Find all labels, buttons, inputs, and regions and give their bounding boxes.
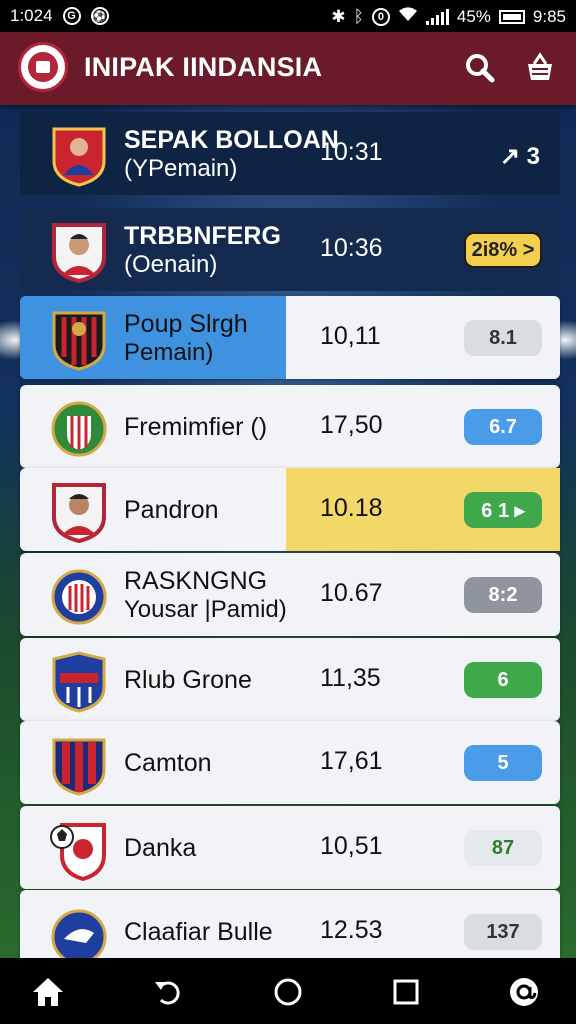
club-crest-icon — [52, 738, 106, 796]
item-name: RASKNGNG — [124, 566, 268, 595]
basket-icon — [528, 52, 552, 80]
club-crest-icon — [51, 909, 107, 965]
item-name: Poup Slrgh — [124, 309, 248, 338]
notification-icon: G — [62, 7, 81, 25]
list-item[interactable]: RASKNGNG Yousar |Pamid) 10.67 8:2 — [20, 553, 560, 636]
at-sign-icon — [510, 978, 538, 1006]
search-icon — [466, 54, 495, 83]
home-icon — [33, 978, 63, 1006]
item-subtitle: (Oenain) — [124, 250, 218, 278]
wifi-icon — [398, 6, 418, 27]
club-crest-icon — [52, 311, 106, 371]
list-item[interactable]: Pandron 10.18 6 1 ▸ — [20, 468, 560, 551]
item-action-badge[interactable]: 8.1 — [464, 320, 542, 356]
recents-button[interactable] — [386, 972, 426, 1012]
battery-percent: 45% — [456, 6, 491, 26]
battery-icon — [498, 9, 525, 24]
home-button[interactable] — [28, 972, 68, 1012]
status-time-right: 9:85 — [532, 6, 566, 26]
item-action[interactable]: ↗ 3 — [500, 142, 540, 171]
club-crest-icon — [52, 651, 106, 713]
list-item[interactable]: Fremimfier () 17,50 6.7 — [20, 385, 560, 468]
item-name: Fremimfier () — [124, 412, 268, 441]
item-time: 17,61 — [320, 747, 383, 775]
player-photo-icon — [52, 223, 106, 283]
list-item[interactable]: SEPAK BOLLOAN (YPemain) 10:31 ↗ 3 — [20, 112, 560, 195]
item-time: 17,50 — [320, 411, 383, 439]
home-circle-button[interactable] — [268, 972, 308, 1012]
item-action-badge[interactable]: 6 — [464, 662, 542, 698]
item-time: 10.18 — [320, 494, 383, 522]
club-crest-icon — [51, 569, 107, 625]
item-name: Claafiar Bulle — [124, 917, 273, 946]
item-time: 10,11 — [320, 322, 381, 350]
square-icon — [393, 979, 419, 1005]
item-time: 10:31 — [320, 138, 383, 166]
item-action-badge[interactable]: 6 1 ▸ — [464, 492, 542, 528]
item-subtitle: Yousar |Pamid) — [124, 595, 287, 623]
item-subtitle: (YPemain) — [124, 154, 238, 182]
item-action-badge[interactable]: 6.7 — [464, 409, 542, 445]
item-name: SEPAK BOLLOAN — [124, 125, 339, 154]
app-bar: INIPAK IINDANSIA — [0, 32, 576, 105]
back-button[interactable] — [148, 972, 188, 1012]
item-time: 10.67 — [320, 579, 383, 607]
item-time: 10,51 — [320, 832, 383, 860]
bluetooth-icon: ✱ — [331, 6, 346, 26]
club-logo[interactable] — [18, 42, 68, 92]
club-crest-icon — [50, 823, 106, 881]
item-action-badge[interactable]: 137 — [464, 914, 542, 950]
status-bar: 1:024 G ⚽ ✱ ᛒ 0 45% 9:85 — [0, 0, 576, 32]
item-action-badge[interactable]: 8:2 — [464, 577, 542, 613]
system-nav-bar — [0, 958, 576, 1024]
search-button[interactable] — [462, 50, 498, 86]
item-time: 11,35 — [320, 664, 381, 692]
list-item[interactable]: TRBBNFERG (Oenain) 10:36 2i8% > — [20, 208, 560, 291]
cart-button[interactable] — [522, 50, 558, 86]
item-subtitle: Pemain) — [124, 338, 214, 366]
list-item[interactable]: Rlub Grone 11,35 6 — [20, 638, 560, 721]
item-action-badge[interactable]: 5 — [464, 745, 542, 781]
item-action-badge[interactable]: 87 — [464, 830, 542, 866]
assistant-button[interactable] — [504, 972, 544, 1012]
player-photo-icon — [52, 483, 106, 543]
list-item[interactable]: Poup Slrgh Pemain) 10,11 8.1 — [20, 296, 560, 379]
signal-icon — [425, 8, 449, 25]
item-action-badge[interactable]: 2i8% > — [464, 232, 542, 268]
item-name: Camton — [124, 748, 212, 777]
status-time: 1:024 — [10, 6, 53, 25]
app-title: INIPAK IINDANSIA — [84, 52, 323, 82]
notification-icon: ⚽ — [90, 7, 109, 25]
item-name: TRBBNFERG — [124, 221, 281, 250]
item-time: 10:36 — [320, 234, 383, 262]
list-item[interactable]: Camton 17,61 5 — [20, 721, 560, 804]
player-photo-icon — [52, 127, 106, 187]
item-name: Pandron — [124, 495, 219, 524]
alarm-icon: 0 — [371, 7, 390, 26]
circle-icon — [274, 978, 302, 1006]
back-icon — [155, 981, 180, 1005]
bluetooth-icon: ᛒ — [353, 6, 364, 26]
item-time: 12.53 — [320, 916, 383, 944]
item-name: Rlub Grone — [124, 665, 252, 694]
club-crest-icon — [51, 401, 107, 457]
list-item[interactable]: Danka 10,51 87 — [20, 806, 560, 889]
item-name: Danka — [124, 833, 197, 862]
